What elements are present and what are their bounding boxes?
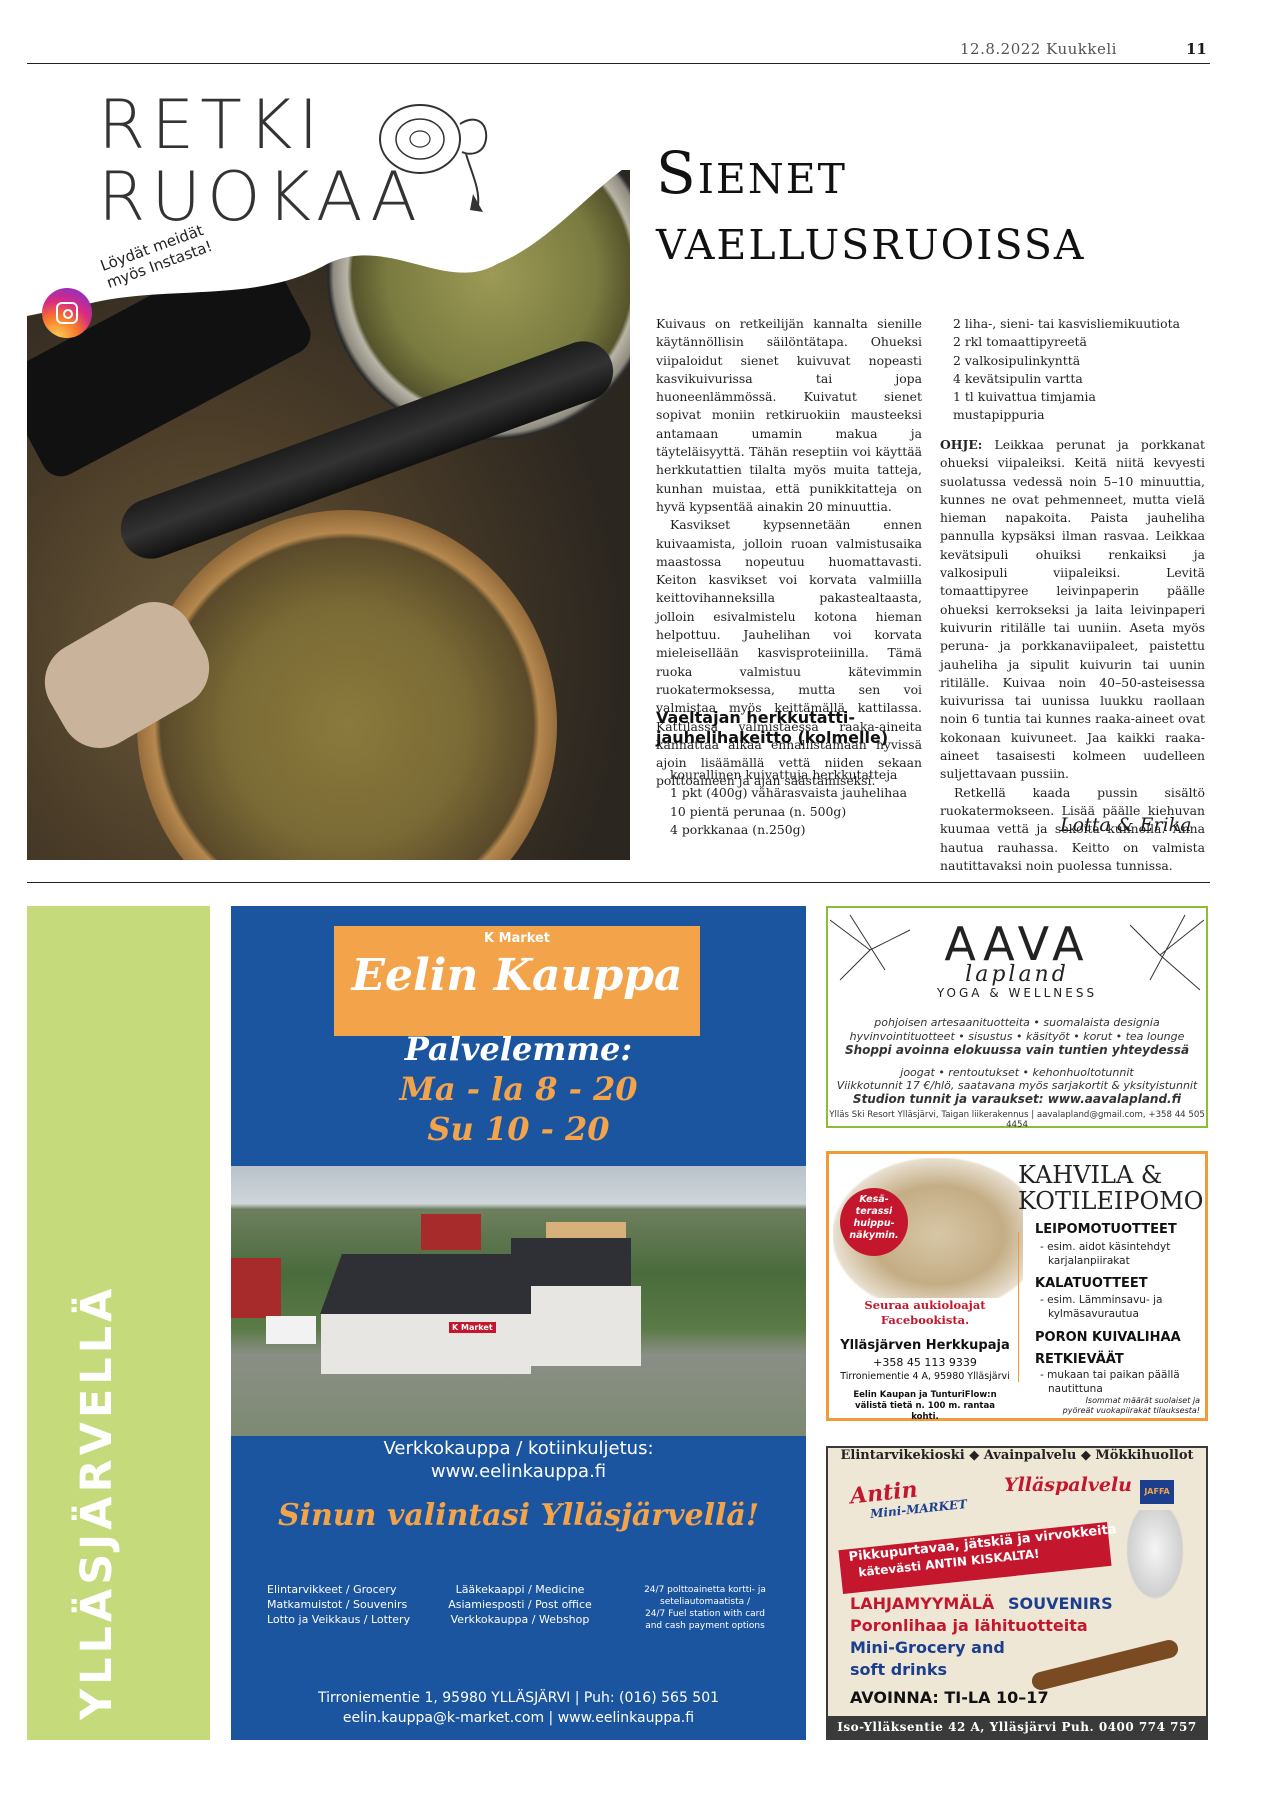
kahvila-note: Isommat määrät suolaiset ja pyöreät vuok… [1062,1396,1200,1415]
kahvila-title-2: KOTILEIPOMO [1018,1187,1204,1215]
husky-image [1120,1510,1190,1610]
aava-line-4: joogat • rentoutukset • kehonhuoltotunni… [900,1066,1134,1079]
terrace-badge-text: Kesä- terassi huippu- näkymin. [849,1194,899,1241]
article-title: Sienet vaellusruoissa [656,139,1086,273]
kmarket-serve-label: Palvelemme: [404,1030,633,1068]
kahvila-directions: Eelin Kaupan ja TunturiFlow:n välistä ti… [853,1390,997,1422]
kmarket-address: Tirroniementie 1, 95980 YLLÄSJÄRVI | Puh… [317,1690,720,1706]
kmarket-web-label: Verkkokauppa / kotiinkuljetus: [383,1438,654,1459]
kmarket-services-2: Lääkekaappi / Medicine Asiamiesposti / P… [448,1583,592,1626]
kmarket-brand: K Market [483,931,551,946]
antin-services: Elintarvikekioski ◆ Avainpalvelu ◆ Mökki… [840,1448,1194,1463]
aava-tagline: YOGA & WELLNESS [936,986,1098,1000]
kahvila-divider [1018,1232,1019,1382]
aava-sub: lapland [965,962,1069,987]
kmarket-web-link[interactable]: www.eelinkauppa.fi [231,1461,806,1482]
instagram-icon[interactable] [42,288,92,338]
aava-line-3: Shoppi avoinna elokuussa vain tuntien yh… [844,1043,1190,1057]
antin-product-1: Poronlihaa ja lähituotteita [850,1616,1088,1635]
kmarket-services-1: Elintarvikkeet / Grocery Matkamuistot / … [267,1583,411,1626]
store-photo: K Market [231,1166,806,1436]
aava-line-5: Viikkotunnit 17 €/hlö, saatavana myös sa… [836,1079,1198,1092]
side-banner-label: YLLÄSJÄRVELLÄ [72,1284,122,1720]
antin-opening-hours: AVOINNA: TI-LA 10–17 [850,1688,1049,1707]
kahvila-facebook: Seuraa aukioloajat Facebookista. [864,1298,986,1327]
ingredients-list-2: 2 liha-, sieni- tai kasvisliemikuutiota … [953,316,1180,423]
antin-address: Iso-Ylläksentie 42 A, Ylläsjärvi Puh. 04… [837,1720,1197,1734]
antin-gift-shop: LAHJAMYYMÄLÄ [850,1594,995,1613]
yllaspalvelu-logo: Ylläspalvelu [1004,1474,1132,1496]
aava-footer: Ylläs Ski Resort Ylläsjärvi, Taigan liik… [829,1110,1205,1130]
kahvila-address: Tirroniementie 4 A, 95980 Ylläsjärvi [840,1371,1010,1382]
kahvila-heading-4: RETKIEVÄÄT [1035,1352,1124,1367]
recipe-title: Vaeltajan herkkutatti-jauhelihakeitto (k… [656,708,889,747]
kahvila-name: Ylläsjärven Herkkupaja [840,1338,1010,1353]
log-icon [379,104,488,212]
kahvila-sub-2: - esim. Lämminsavu- ja kylmäsavurautua [1040,1294,1163,1320]
kahvila-phone[interactable]: +358 45 113 9339 [840,1356,1010,1369]
kahvila-heading-1: LEIPOMOTUOTTEET [1035,1222,1177,1237]
kmarket-slogan: Sinun valintasi Ylläsjärvellä! [278,1498,759,1533]
logo-line1: RETKI [98,86,325,165]
page-number: 11 [1186,40,1207,58]
jaffa-logo: JAFFA [1140,1480,1174,1504]
kmarket-contact[interactable]: eelin.kauppa@k-market.com | www.eelinkau… [231,1710,806,1726]
article-signature: Lotta & Erika [1060,814,1192,836]
antin-product-2: Mini-Grocery and [850,1638,1005,1657]
kmarket-fuel-note: 24/7 polttoainetta kortti- ja seteliauto… [644,1585,766,1631]
kmarket-hours-weekday: Ma - la 8 - 20 [399,1070,638,1108]
kahvila-sub-1: - esim. aidot käsintehdyt karjalanpiirak… [1040,1241,1171,1267]
kahvila-heading-2: KALATUOTTEET [1035,1276,1148,1291]
kmarket-hours-sunday: Su 10 - 20 [427,1110,610,1148]
kahvila-sub-4: - mukaan tai paikan päällä nautittuna [1040,1369,1180,1395]
section-rule [27,882,1210,883]
kmarket-store-name: Eelin Kauppa [351,950,683,1001]
ingredients-list-1: kourallinen kuivattuja herkkutatteja 1 p… [670,767,908,837]
issue-date: 12.8.2022 Kuukkeli [960,40,1117,58]
store-sign: K Market [449,1322,496,1333]
kahvila-heading-3: PORON KUIVALIHAA [1035,1330,1181,1345]
article-column-2: OHJE: Leikkaa perunat ja porkkanat ohuek… [940,437,1205,873]
aava-line-6[interactable]: Studion tunnit ja varaukset: www.aavalap… [826,1093,1208,1106]
kahvila-title-1: KAHVILA & [1018,1161,1163,1189]
aava-line-1: pohjoisen artesaanituotteita • suomalais… [874,1016,1160,1029]
aava-line-2: hyvinvointituotteet • sisustus • käsityö… [849,1030,1185,1043]
instructions-label: OHJE: [940,437,983,452]
antin-souvenirs: SOUVENIRS [1008,1594,1113,1613]
antin-product-3: soft drinks [850,1660,948,1679]
